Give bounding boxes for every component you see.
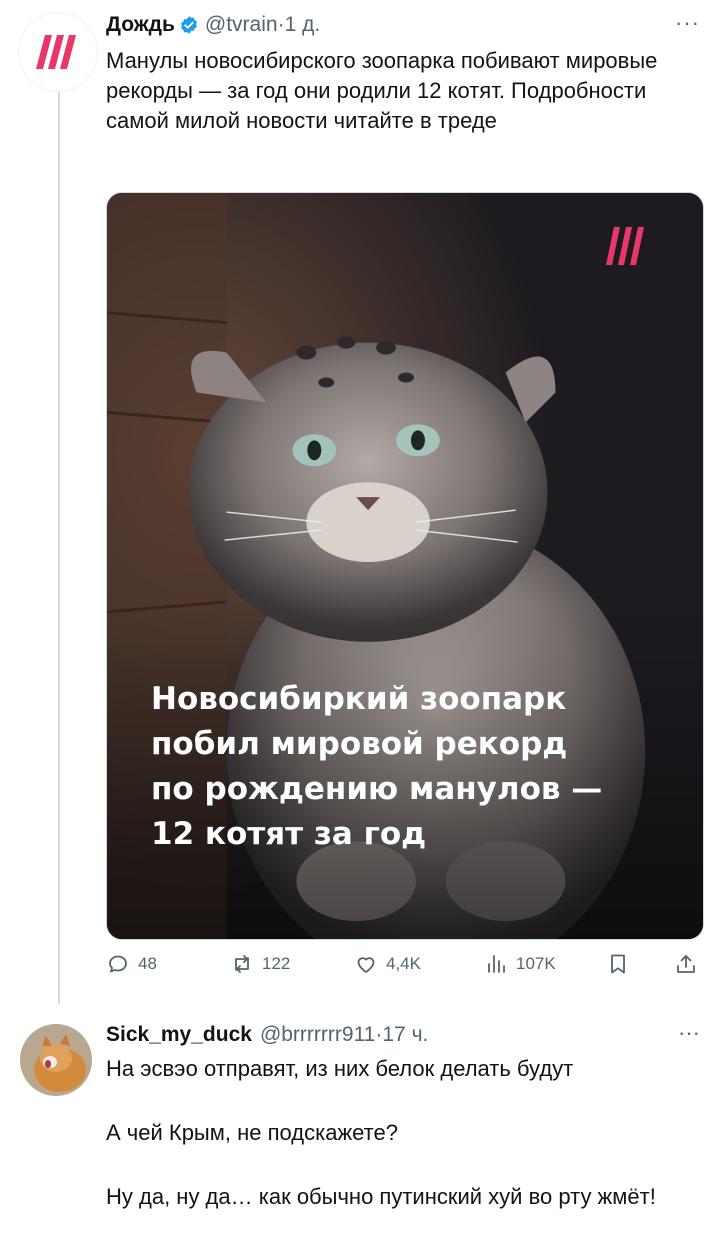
tweet-header: Дождь @tvrain · 1 д.: [106, 10, 320, 40]
reply-text: На эсвэо отправят, из них белок делать б…: [106, 1054, 696, 1246]
repost-button[interactable]: 122: [230, 952, 290, 976]
repost-icon: [235, 955, 249, 973]
verified-badge-icon: [179, 15, 199, 35]
reply-icon: [109, 955, 127, 973]
tweet-timestamp[interactable]: 1 д.: [285, 13, 321, 37]
tweet-actions-bar: 48 122 4,4K 107K: [106, 952, 704, 982]
reply-author-handle[interactable]: @brrrrrrr911: [260, 1023, 375, 1047]
reply-paragraph: Ну да, ну да… как обычно путинский хуй в…: [106, 1184, 656, 1209]
dozhd-watermark-icon: [603, 223, 651, 274]
reply-author-name[interactable]: Sick_my_duck: [106, 1023, 252, 1047]
thread-connector-line: [58, 92, 60, 1004]
like-icon: [357, 957, 375, 973]
media-overlay-title: Новосибиркий зоопарк побил мировой рекор…: [151, 681, 603, 852]
tweet-media-image[interactable]: Новосибиркий зоопарк побил мировой рекор…: [106, 192, 704, 940]
bookmark-button[interactable]: [606, 952, 638, 976]
share-icon: [677, 955, 695, 973]
bookmark-icon: [611, 954, 625, 974]
dozhd-logo-icon: [36, 35, 76, 69]
reply-paragraph: На эсвэо отправят, из них белок делать б…: [106, 1056, 574, 1081]
like-count: 4,4K: [386, 954, 421, 973]
view-count: 107K: [516, 954, 556, 973]
reply-header: Sick_my_duck @brrrrrrr911 · 17 ч.: [106, 1020, 428, 1050]
views-icon: [488, 955, 505, 973]
avatar-dozhd[interactable]: [18, 12, 98, 92]
reply-button[interactable]: 48: [106, 952, 157, 976]
reply-more-options-button[interactable]: ···: [678, 1020, 700, 1046]
reply-paragraph: А чей Крым, не подскажете?: [106, 1120, 398, 1145]
reply-count: 48: [138, 954, 157, 973]
author-name[interactable]: Дождь: [106, 13, 175, 37]
repost-count: 122: [262, 954, 291, 973]
tweet-text: Манулы новосибирского зоопарка побивают …: [106, 48, 664, 133]
like-button[interactable]: 4,4K: [354, 952, 421, 976]
reply-timestamp[interactable]: 17 ч.: [382, 1023, 428, 1047]
reply-meta-separator: ·: [375, 1023, 383, 1046]
avatar-sick-my-duck[interactable]: [20, 1024, 92, 1096]
views-button[interactable]: 107K: [484, 952, 556, 976]
share-button[interactable]: [674, 952, 706, 976]
meta-separator: ·: [277, 13, 285, 36]
author-handle[interactable]: @tvrain: [205, 13, 278, 37]
cat-avatar-icon: [20, 1024, 92, 1096]
more-options-button[interactable]: ···: [675, 10, 700, 36]
